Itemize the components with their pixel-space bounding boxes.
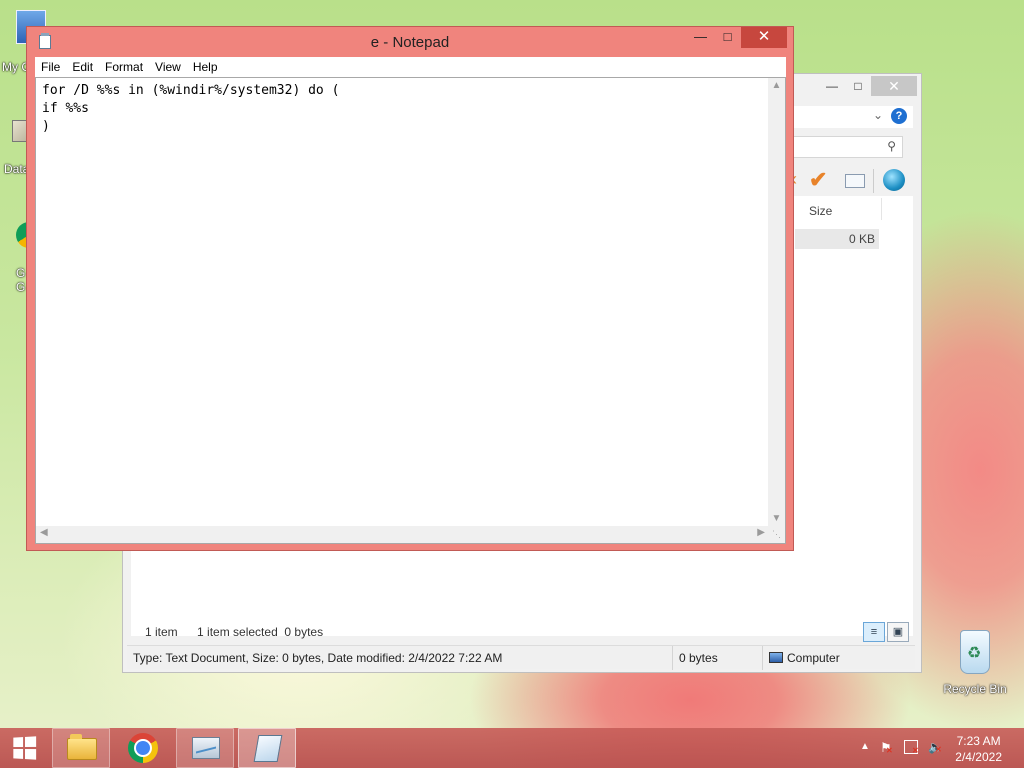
search-icon: ⚲ [887, 139, 896, 153]
close-icon[interactable]: ✕ [741, 27, 787, 48]
folder-icon [67, 734, 97, 760]
taskbar-chrome[interactable] [114, 728, 172, 768]
explorer-status-bar: 1 item 1 item selected 0 bytes [145, 625, 339, 639]
notepad-title-bar[interactable]: e - Notepad — □ ✕ [27, 27, 793, 57]
search-input[interactable]: ⚲ [793, 136, 903, 158]
start-button[interactable] [0, 728, 48, 768]
vertical-scrollbar[interactable]: ▲ ▼ [768, 78, 785, 526]
taskbar-performance-monitor[interactable] [176, 728, 234, 768]
recycle-bin-icon [960, 630, 990, 674]
item-count: 1 item [145, 625, 178, 639]
rename-icon[interactable] [845, 174, 865, 188]
menu-format[interactable]: Format [99, 57, 149, 77]
column-divider[interactable] [881, 198, 882, 220]
toolbar-divider [873, 169, 874, 193]
scroll-up-icon[interactable]: ▲ [768, 80, 785, 91]
large-icons-view-icon[interactable]: ▣ [887, 622, 909, 642]
action-center-flag-icon[interactable] [880, 740, 894, 755]
maximize-icon[interactable]: □ [845, 76, 871, 96]
location-label: Computer [787, 651, 840, 665]
maximize-icon[interactable]: □ [714, 27, 741, 48]
recycle-bin-desktop-icon[interactable]: Recycle Bin [940, 630, 1010, 696]
clock-time: 7:23 AM [956, 734, 1001, 748]
location-text: Computer [763, 646, 903, 670]
menu-help[interactable]: Help [187, 57, 224, 77]
details-status-bar: Type: Text Document, Size: 0 bytes, Date… [127, 645, 915, 670]
taskbar: ▲ 🔈 7:23 AM 2/4/2022 [0, 728, 1024, 768]
windows-logo-icon [13, 736, 37, 760]
notepad-window[interactable]: e - Notepad — □ ✕ File Edit Format View … [26, 26, 794, 551]
menu-bar: File Edit Format View Help [35, 57, 786, 77]
desktop-icon-label: G G [16, 266, 26, 294]
selection-info: 1 item selected 0 bytes [197, 625, 324, 639]
chrome-icon [128, 733, 158, 763]
file-row-size[interactable]: 0 KB [795, 229, 879, 249]
globe-icon[interactable] [883, 169, 905, 191]
window-title: e - Notepad [370, 34, 450, 51]
menu-edit[interactable]: Edit [66, 57, 99, 77]
text-editor-area[interactable]: for /D %%s in (%windir%/system32) do ( i… [35, 77, 786, 544]
editor-text[interactable]: for /D %%s in (%windir%/system32) do ( i… [42, 82, 762, 136]
show-hidden-icons-icon[interactable]: ▲ [860, 741, 870, 752]
performance-monitor-icon [192, 737, 220, 759]
scroll-right-icon[interactable]: ▶ [757, 527, 765, 538]
scroll-down-icon[interactable]: ▼ [768, 513, 785, 524]
desktop-icon-label: Recycle Bin [943, 682, 1007, 696]
column-header-size[interactable]: Size [809, 204, 832, 218]
minimize-icon[interactable]: — [687, 27, 714, 48]
minimize-icon[interactable]: — [819, 76, 845, 96]
view-switcher: ≡ ▣ [863, 622, 909, 642]
close-icon[interactable]: ✕ [871, 76, 917, 96]
details-view-icon[interactable]: ≡ [863, 622, 885, 642]
volume-muted-icon[interactable]: 🔈 [928, 740, 943, 754]
menu-file[interactable]: File [35, 57, 66, 77]
resize-grip-icon[interactable]: ⋱ [768, 526, 785, 543]
explorer-caption-buttons: — □ ✕ [819, 76, 917, 96]
help-icon[interactable]: ? [891, 108, 907, 124]
chevron-down-icon[interactable]: ⌄ [873, 108, 883, 122]
system-clock[interactable]: 7:23 AM 2/4/2022 [955, 733, 1002, 765]
system-tray: ▲ 🔈 7:23 AM 2/4/2022 [844, 728, 1024, 768]
notepad-icon [253, 735, 283, 762]
menu-view[interactable]: View [149, 57, 187, 77]
horizontal-scrollbar[interactable]: ◀ ▶ [36, 526, 769, 543]
computer-icon [769, 652, 783, 663]
file-details-text: Type: Text Document, Size: 0 bytes, Date… [127, 646, 673, 670]
checkmark-icon[interactable]: ✔ [809, 167, 827, 193]
taskbar-file-explorer[interactable] [52, 728, 110, 768]
notepad-caption-buttons: — □ ✕ [687, 27, 787, 48]
network-icon[interactable] [904, 740, 919, 755]
taskbar-notepad[interactable] [238, 728, 296, 768]
scroll-left-icon[interactable]: ◀ [40, 527, 48, 538]
file-size-text: 0 bytes [673, 646, 763, 670]
explorer-toolbar: ‹ ✔ [783, 167, 923, 195]
clock-date: 2/4/2022 [955, 750, 1002, 764]
